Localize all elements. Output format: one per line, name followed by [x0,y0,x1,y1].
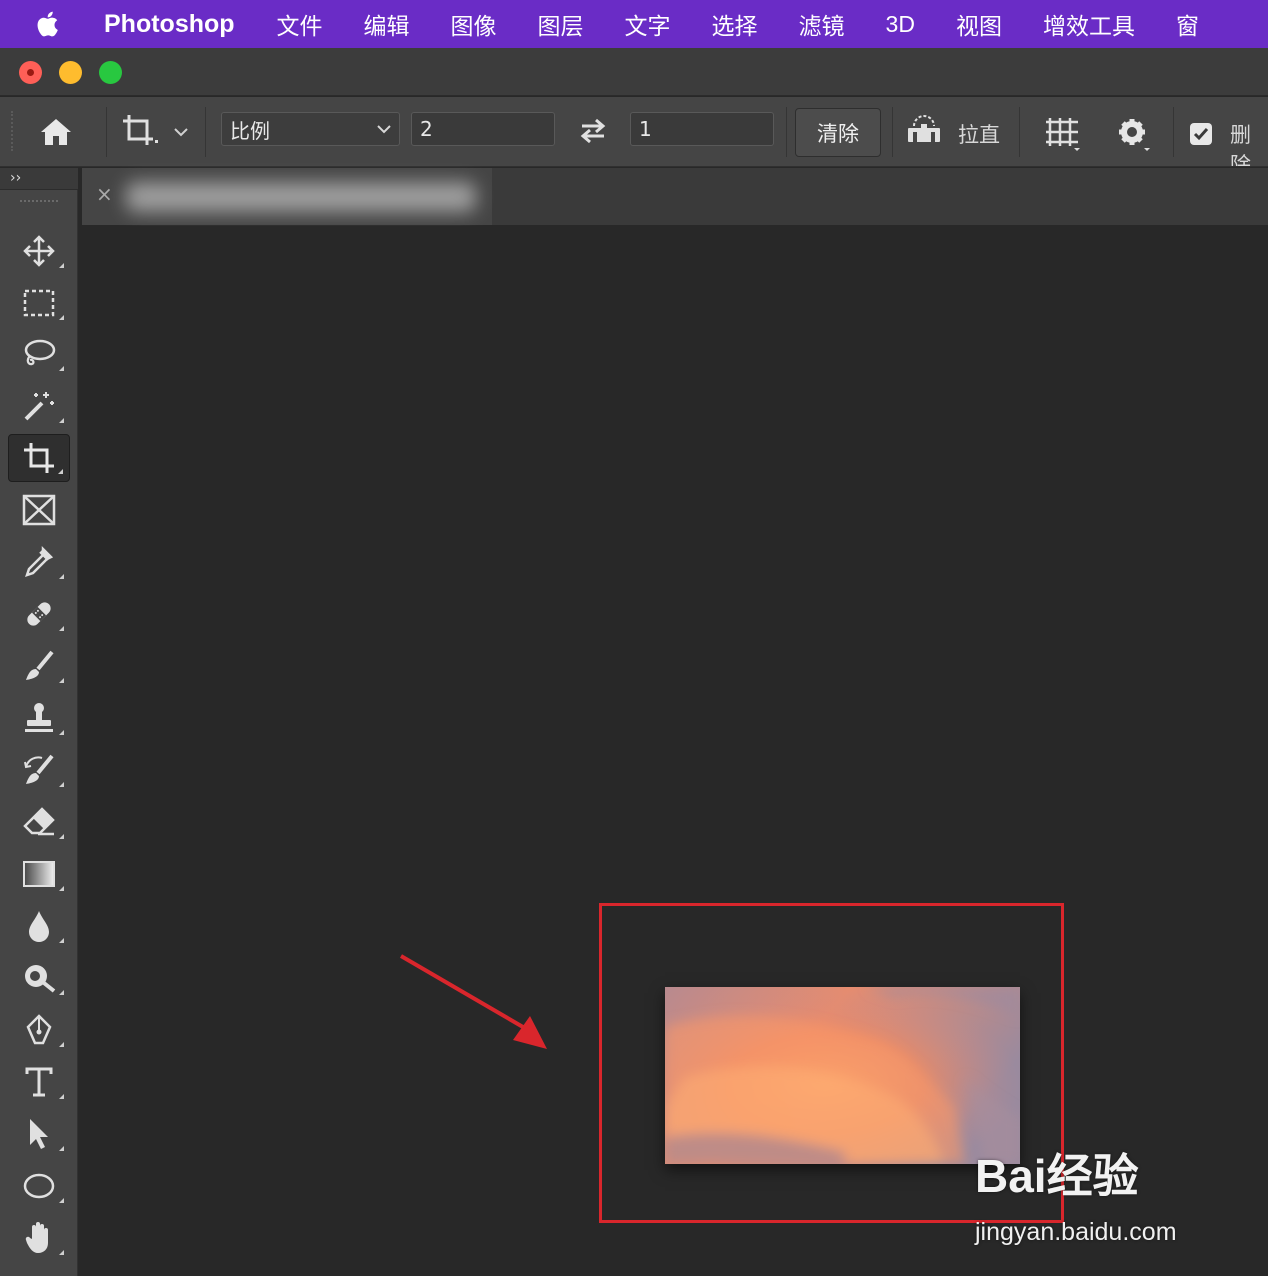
magic-wand-tool[interactable] [8,382,70,430]
swap-icon[interactable] [573,115,613,147]
pen-icon [26,1014,52,1045]
gradient-icon [23,861,55,887]
menu-app-name[interactable]: Photoshop [104,10,235,39]
menu-edit[interactable]: 编辑 [364,7,410,41]
straighten-icon[interactable] [904,113,944,149]
lasso-icon [24,339,56,366]
annotation-arrow-icon [395,950,555,1059]
type-icon [25,1067,53,1097]
options-bar: 比例 2 1 清除 拉直 删除 [0,97,1268,167]
menu-type[interactable]: 文字 [625,7,671,41]
delete-cropped-checkbox[interactable] [1190,123,1212,145]
menu-select[interactable]: 选择 [712,7,758,41]
separator [1173,107,1174,157]
window-title-bar [0,48,1268,96]
lasso-tool[interactable] [8,330,70,378]
minimize-window-button[interactable] [59,61,82,84]
hand-tool[interactable] [8,1214,70,1262]
separator [786,107,787,157]
gradient-tool[interactable] [8,850,70,898]
crop-tool[interactable] [8,434,70,482]
brush-icon [26,650,54,680]
eraser-tool[interactable] [8,798,70,846]
separator [205,107,206,157]
document-tab-bar: × [82,168,1268,225]
options-bar-grip[interactable] [11,111,15,151]
hand-icon [25,1222,48,1253]
tab-close-icon[interactable]: × [96,182,113,206]
clear-button[interactable]: 清除 [795,108,881,157]
dodge-tool[interactable] [8,954,70,1002]
delete-cropped-label[interactable]: 删除 [1230,119,1268,166]
arrow-cursor-icon [30,1119,48,1149]
clone-stamp-tool[interactable] [8,694,70,742]
menu-window[interactable]: 窗 [1176,7,1199,41]
eyedropper-icon [25,545,54,577]
chevron-down-icon[interactable] [170,121,192,143]
gear-icon[interactable] [1112,113,1152,153]
home-icon[interactable] [36,113,76,151]
history-brush-tool[interactable] [8,746,70,794]
menu-layer[interactable]: 图层 [538,7,584,41]
menu-filter[interactable]: 滤镜 [799,7,845,41]
tools-panel-grip[interactable] [20,200,58,204]
overlay-grid-icon[interactable] [1042,113,1084,153]
watermark-url: jingyan.baidu.com [975,1218,1177,1246]
droplet-icon [29,911,49,942]
brush-tool[interactable] [8,642,70,690]
menu-view[interactable]: 视图 [956,7,1002,41]
menu-file[interactable]: 文件 [277,7,323,41]
zoom-window-button[interactable] [99,61,122,84]
menu-image[interactable]: 图像 [451,7,497,41]
width-ratio-value: 2 [420,117,433,141]
move-tool[interactable] [8,227,70,275]
straighten-label[interactable]: 拉直 [958,119,1000,149]
crop-icon [24,443,54,473]
document-tab-title-blurred [126,182,476,212]
healing-brush-tool[interactable] [8,590,70,638]
dodge-icon [25,965,56,993]
watermark-logo: Bai经验 [975,1150,1139,1202]
height-ratio-value: 1 [639,117,652,141]
rectangular-marquee-icon [23,289,55,317]
document-tab[interactable]: × [82,168,492,225]
crop-tool-preset-icon[interactable] [118,111,162,151]
separator [1019,107,1020,157]
type-tool[interactable] [8,1058,70,1106]
chevron-down-icon [377,119,391,144]
path-selection-tool[interactable] [8,1110,70,1158]
ellipse-tool[interactable] [8,1162,70,1210]
ratio-select[interactable]: 比例 [221,112,400,146]
history-brush-icon [24,754,54,784]
move-icon [23,235,55,267]
apple-logo-icon[interactable] [0,8,104,40]
blur-tool[interactable] [8,902,70,950]
separator [106,107,107,157]
width-ratio-input[interactable]: 2 [411,112,555,146]
height-ratio-input[interactable]: 1 [630,112,774,146]
pen-tool[interactable] [8,1006,70,1054]
close-window-button[interactable] [19,61,42,84]
marquee-tool[interactable] [8,279,70,327]
menu-3d[interactable]: 3D [886,11,915,38]
bandage-icon [27,602,51,626]
menu-plugins[interactable]: 增效工具 [1043,7,1135,41]
separator [892,107,893,157]
ellipse-icon [23,1173,55,1199]
frame-icon [22,494,56,526]
menu-bar: Photoshop 文件 编辑 图像 图层 文字 选择 滤镜 3D 视图 增效工… [0,0,1268,48]
stamp-icon [25,703,53,732]
magic-wand-icon [24,392,54,421]
tools-panel-collapse-button[interactable]: ›› [0,168,78,190]
frame-tool[interactable] [8,486,70,534]
eyedropper-tool[interactable] [8,538,70,586]
tools-panel: ›› [0,168,78,1276]
eraser-icon [23,807,55,836]
ratio-select-value: 比例 [230,118,270,143]
